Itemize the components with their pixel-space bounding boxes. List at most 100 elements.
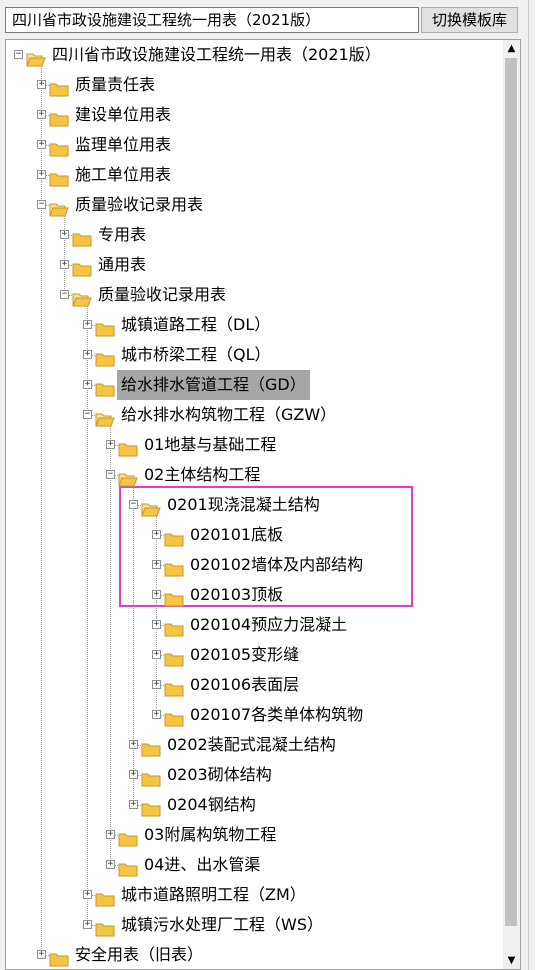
- tree-node-label: 020105变形缝: [190, 645, 300, 664]
- tree-connector: [87, 300, 88, 925]
- tree-node-label: 城市道路照明工程（ZM）: [121, 885, 306, 904]
- tree-node-label: 01地基与基础工程: [144, 435, 277, 454]
- tree-node-label: 监理单位用表: [75, 135, 172, 154]
- expand-icon[interactable]: +: [106, 440, 115, 449]
- folder-icon: [95, 887, 115, 907]
- tree-node-label: 通用表: [98, 255, 147, 274]
- folder-icon: [164, 707, 184, 727]
- folder-icon: [118, 857, 138, 877]
- tree-node-label: 安全用表（旧表）: [75, 945, 204, 964]
- folder-icon: [95, 347, 115, 367]
- expand-icon[interactable]: +: [83, 920, 92, 929]
- tree-node-label: 给水排水管道工程（GD）: [117, 370, 310, 400]
- folder-icon: [141, 737, 161, 757]
- tree-node-label: 020103顶板: [190, 585, 284, 604]
- tree-node-label: 质量责任表: [75, 75, 156, 94]
- expand-icon[interactable]: +: [152, 560, 161, 569]
- tree-node-label: 施工单位用表: [75, 165, 172, 184]
- folder-icon: [164, 647, 184, 667]
- tree-node-label: 02主体结构工程: [144, 465, 261, 484]
- tree-node-label: 给水排水构筑物工程（GZW）: [121, 405, 337, 424]
- collapse-icon[interactable]: −: [83, 410, 92, 419]
- tree-node-label: 04进、出水管渠: [144, 855, 261, 874]
- collapse-icon[interactable]: −: [37, 200, 46, 209]
- folder-icon: [164, 587, 184, 607]
- tree-node-label: 020101底板: [190, 525, 284, 544]
- tree-node-label: 质量验收记录用表: [75, 195, 204, 214]
- expand-icon[interactable]: +: [129, 800, 138, 809]
- tree-node-label: 020102墙体及内部结构: [190, 555, 364, 574]
- tree-node-label: 四川省市政设施建设工程统一用表（2021版）: [52, 45, 381, 64]
- collapse-icon[interactable]: −: [14, 50, 23, 59]
- template-select[interactable]: 四川省市政设施建设工程统一用表（2021版）: [5, 7, 419, 33]
- expand-icon[interactable]: +: [152, 590, 161, 599]
- tree-node-label: 城镇污水处理厂工程（WS）: [121, 915, 323, 934]
- expand-icon[interactable]: +: [152, 710, 161, 719]
- tree-node-label: 020107各类单体构筑物: [190, 705, 364, 724]
- tree-node-label: 03附属构筑物工程: [144, 825, 277, 844]
- tree-node-label: 0201现浇混凝土结构: [167, 495, 320, 514]
- tree-node-label: 质量验收记录用表: [98, 285, 227, 304]
- expand-icon[interactable]: +: [60, 260, 69, 269]
- expand-icon[interactable]: +: [106, 860, 115, 869]
- expand-icon[interactable]: +: [37, 80, 46, 89]
- expand-icon[interactable]: +: [37, 950, 46, 959]
- scrollbar-thumb[interactable]: [505, 58, 517, 926]
- template-tree[interactable]: ▲ ▼ − 四川省市政设施建设工程统一用表（2021版） + 质量责任表 + 建设单位用表…: [5, 39, 521, 970]
- folder-icon: [49, 947, 69, 967]
- collapse-icon[interactable]: −: [60, 290, 69, 299]
- folder-icon: [95, 377, 115, 397]
- tree-node-label: 0202装配式混凝土结构: [167, 735, 336, 754]
- expand-icon[interactable]: +: [152, 650, 161, 659]
- folder-icon: [49, 137, 69, 157]
- folder-icon: [49, 167, 69, 187]
- tree-connector: [41, 60, 42, 955]
- folder-icon: [164, 527, 184, 547]
- expand-icon[interactable]: +: [152, 530, 161, 539]
- tree-node-label: 专用表: [98, 225, 147, 244]
- expand-icon[interactable]: +: [129, 770, 138, 779]
- toolbar: 四川省市政设施建设工程统一用表（2021版） 切换模板库: [0, 0, 535, 36]
- folder-icon: [141, 767, 161, 787]
- folder-icon: [164, 677, 184, 697]
- expand-icon[interactable]: +: [60, 230, 69, 239]
- tree-connector: [110, 420, 111, 865]
- tree-connector: [64, 210, 65, 295]
- switch-template-button[interactable]: 切换模板库: [421, 7, 518, 33]
- folder-open-icon: [118, 467, 138, 487]
- folder-icon: [118, 827, 138, 847]
- collapse-icon[interactable]: −: [106, 470, 115, 479]
- tree-connector: [133, 480, 134, 805]
- folder-icon: [49, 107, 69, 127]
- expand-icon[interactable]: +: [83, 320, 92, 329]
- expand-icon[interactable]: +: [152, 620, 161, 629]
- expand-icon[interactable]: +: [37, 170, 46, 179]
- scroll-down-icon[interactable]: ▼: [503, 952, 520, 969]
- tree-node-label: 建设单位用表: [75, 105, 172, 124]
- folder-icon: [164, 617, 184, 637]
- vertical-scrollbar[interactable]: ▲ ▼: [503, 40, 520, 969]
- folder-icon: [95, 317, 115, 337]
- folder-icon: [118, 437, 138, 457]
- folder-icon: [95, 917, 115, 937]
- folder-open-icon: [95, 407, 115, 427]
- expand-icon[interactable]: +: [37, 140, 46, 149]
- folder-icon: [164, 557, 184, 577]
- expand-icon[interactable]: +: [37, 110, 46, 119]
- scroll-up-icon[interactable]: ▲: [503, 40, 520, 57]
- expand-icon[interactable]: +: [83, 380, 92, 389]
- window-edge: [521, 0, 535, 970]
- folder-open-icon: [49, 197, 69, 217]
- folder-open-icon: [141, 497, 161, 517]
- expand-icon[interactable]: +: [129, 740, 138, 749]
- expand-icon[interactable]: +: [152, 680, 161, 689]
- expand-icon[interactable]: +: [83, 890, 92, 899]
- tree-node-label: 020106表面层: [190, 675, 300, 694]
- expand-icon[interactable]: +: [83, 350, 92, 359]
- folder-open-icon: [72, 287, 92, 307]
- folder-icon: [141, 797, 161, 817]
- collapse-icon[interactable]: −: [129, 500, 138, 509]
- expand-icon[interactable]: +: [106, 830, 115, 839]
- tree-node-label: 0203砌体结构: [167, 765, 272, 784]
- folder-icon: [72, 227, 92, 247]
